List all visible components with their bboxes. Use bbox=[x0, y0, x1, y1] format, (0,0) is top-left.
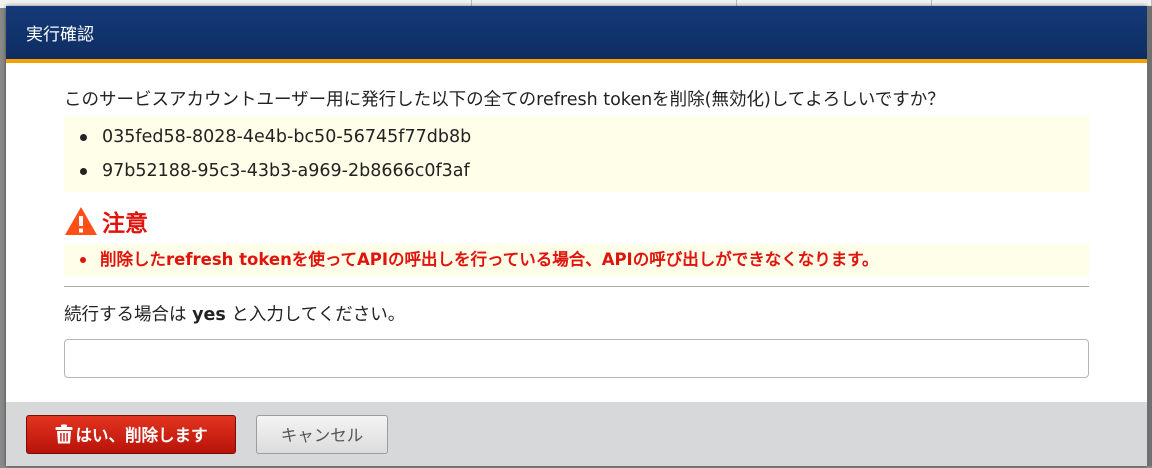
caution-header: 注意 bbox=[64, 204, 1089, 238]
caution-title: 注意 bbox=[102, 211, 148, 237]
background-edge bbox=[1147, 6, 1152, 466]
confirm-dialog: 実行確認 このサービスアカウントユーザー用に発行した以下の全てのrefresh … bbox=[6, 6, 1147, 466]
confirm-text-input[interactable] bbox=[64, 339, 1089, 378]
token-item: 035fed58-8028-4e4b-bc50-56745f77db8b bbox=[78, 120, 1089, 154]
trash-icon bbox=[55, 424, 72, 444]
dialog-footer: はい、削除します キャンセル bbox=[6, 402, 1147, 466]
prompt-after: と入力してください。 bbox=[225, 305, 406, 325]
prompt-keyword: yes bbox=[192, 305, 226, 325]
dialog-body: このサービスアカウントユーザー用に発行した以下の全てのrefresh token… bbox=[6, 63, 1147, 378]
confirm-delete-button[interactable]: はい、削除します bbox=[26, 414, 236, 454]
caution-list: 削除したrefresh tokenを使ってAPIの呼出しを行っている場合、API… bbox=[64, 244, 1089, 276]
prompt-before: 続行する場合は bbox=[64, 305, 193, 325]
confirm-question: このサービスアカウントユーザー用に発行した以下の全てのrefresh token… bbox=[64, 90, 945, 110]
token-list: 035fed58-8028-4e4b-bc50-56745f77db8b 97b… bbox=[64, 116, 1089, 192]
cancel-button[interactable]: キャンセル bbox=[256, 414, 388, 454]
dialog-title-bar: 実行確認 bbox=[6, 6, 1147, 63]
confirm-prompt: 続行する場合は yes と入力してください。 bbox=[64, 303, 1089, 327]
confirm-delete-label: はい、削除します bbox=[75, 426, 208, 445]
dialog-title: 実行確認 bbox=[26, 25, 94, 45]
caution-item: 削除したrefresh tokenを使ってAPIの呼出しを行っている場合、API… bbox=[78, 244, 1089, 276]
warning-triangle-icon bbox=[65, 207, 97, 235]
cancel-label: キャンセル bbox=[280, 426, 364, 445]
divider bbox=[64, 286, 1089, 287]
token-item: 97b52188-95c3-43b3-a969-2b8666c0f3af bbox=[78, 154, 1089, 188]
